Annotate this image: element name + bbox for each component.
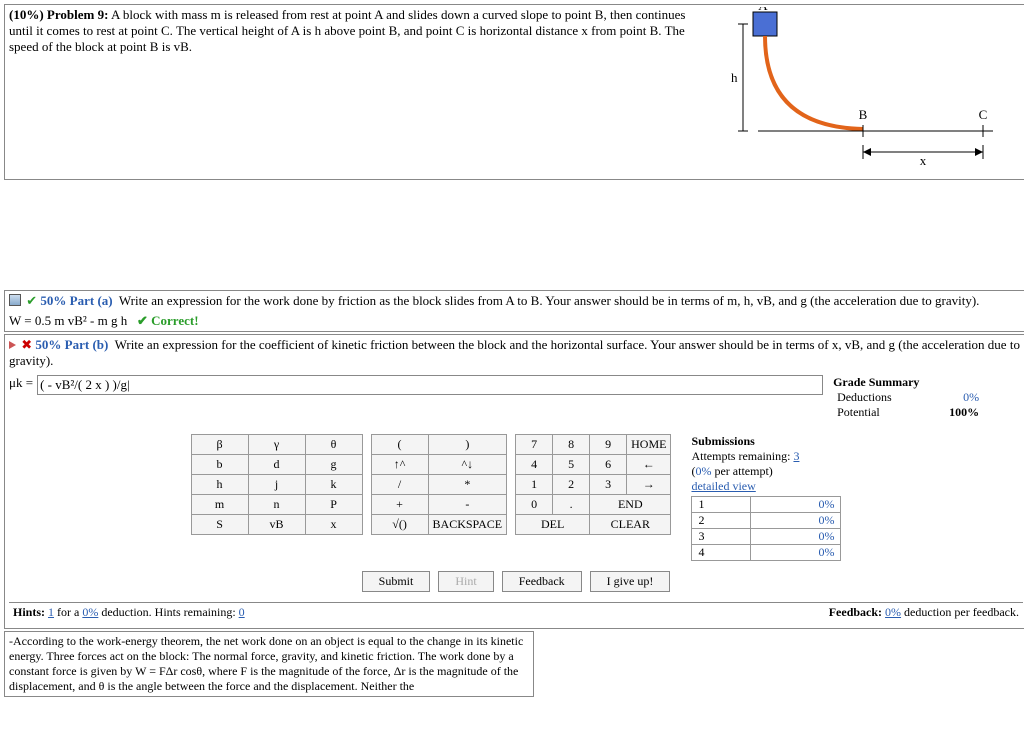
key-2[interactable]: 2: [553, 475, 590, 495]
collapse-icon[interactable]: [9, 294, 21, 306]
feedback-button[interactable]: Feedback: [502, 571, 582, 592]
submission-pct: 0%: [751, 529, 841, 545]
keypad-ops: ()↑^^↓/*+-√()BACKSPACE: [371, 434, 508, 535]
key-[interactable]: β: [191, 435, 248, 455]
part-a-label: 50% Part (a): [40, 293, 112, 308]
part-b-prompt: Write an expression for the coefficient …: [9, 337, 1020, 368]
part-a-prompt: Write an expression for the work done by…: [119, 293, 980, 308]
submission-row: 4: [692, 545, 751, 561]
key-h[interactable]: h: [191, 475, 248, 495]
key-[interactable]: +: [371, 495, 428, 515]
x-icon: ✖: [21, 337, 32, 352]
submissions-panel: Submissions Attempts remaining: 3 (0% pe…: [691, 434, 841, 561]
keypad: βγθbdghjkmnPSvBx ()↑^^↓/*+-√()BACKSPACE …: [191, 434, 672, 535]
key-del[interactable]: DEL: [516, 515, 590, 535]
grade-summary: Grade Summary Deductions0% Potential100%: [833, 375, 983, 420]
submission-pct: 0%: [751, 497, 841, 513]
check-icon: ✔: [26, 293, 37, 308]
label-a: A: [758, 7, 768, 13]
key-j[interactable]: j: [248, 475, 305, 495]
key-vb[interactable]: vB: [248, 515, 305, 535]
key-[interactable]: √(): [371, 515, 428, 535]
key-7[interactable]: 7: [516, 435, 553, 455]
key-[interactable]: ): [428, 435, 507, 455]
key-home[interactable]: HOME: [627, 435, 671, 455]
key-6[interactable]: 6: [590, 455, 627, 475]
key-[interactable]: →: [627, 475, 671, 495]
answer-label: μk =: [9, 375, 33, 391]
answer-input[interactable]: [37, 375, 823, 395]
problem-text: (10%) Problem 9: A block with mass m is …: [9, 7, 693, 55]
submit-button[interactable]: Submit: [362, 571, 431, 592]
submission-row: 3: [692, 529, 751, 545]
key-x[interactable]: x: [305, 515, 362, 535]
problem-header: (10%) Problem 9: A block with mass m is …: [4, 4, 1024, 180]
giveup-button[interactable]: I give up!: [590, 571, 671, 592]
key-8[interactable]: 8: [553, 435, 590, 455]
key-backspace[interactable]: BACKSPACE: [428, 515, 507, 535]
key-p[interactable]: P: [305, 495, 362, 515]
submission-pct: 0%: [751, 545, 841, 561]
key-[interactable]: *: [428, 475, 507, 495]
key-[interactable]: /: [371, 475, 428, 495]
key-m[interactable]: m: [191, 495, 248, 515]
label-c: C: [979, 107, 988, 122]
problem-diagram: A h B C x: [703, 7, 1003, 177]
attempts-remaining[interactable]: 3: [793, 449, 799, 463]
part-b-label: 50% Part (b): [35, 337, 108, 352]
key-[interactable]: ↑^: [371, 455, 428, 475]
key-3[interactable]: 3: [590, 475, 627, 495]
key-n[interactable]: n: [248, 495, 305, 515]
keypad-vars: βγθ bdg hjk mnP SvBx: [191, 434, 363, 535]
hints-row: Hints: 1 for a 0% deduction. Hints remai…: [9, 602, 1023, 622]
key-[interactable]: ^↓: [428, 455, 507, 475]
key-s[interactable]: S: [191, 515, 248, 535]
hint-button[interactable]: Hint: [438, 571, 493, 592]
label-h: h: [731, 70, 738, 85]
submission-row: 1: [692, 497, 751, 513]
hints-count[interactable]: 1: [48, 605, 54, 619]
label-x: x: [920, 153, 927, 168]
key-[interactable]: ←: [627, 455, 671, 475]
key-[interactable]: θ: [305, 435, 362, 455]
detailed-view-link[interactable]: detailed view: [691, 479, 755, 493]
key-9[interactable]: 9: [590, 435, 627, 455]
key-b[interactable]: b: [191, 455, 248, 475]
key-clear[interactable]: CLEAR: [590, 515, 671, 535]
correct-status: ✔ Correct!: [137, 313, 199, 328]
key-g[interactable]: g: [305, 455, 362, 475]
submission-pct: 0%: [751, 513, 841, 529]
key-[interactable]: -: [428, 495, 507, 515]
key-5[interactable]: 5: [553, 455, 590, 475]
keypad-nums: 789HOME 456← 123→ 0.ENDDELCLEAR: [515, 434, 671, 535]
key-[interactable]: (: [371, 435, 428, 455]
submission-row: 2: [692, 513, 751, 529]
key-1[interactable]: 1: [516, 475, 553, 495]
key-d[interactable]: d: [248, 455, 305, 475]
part-a-answer: W = 0.5 m vB² - m g h: [9, 313, 127, 328]
label-b: B: [859, 107, 868, 122]
key-end[interactable]: END: [590, 495, 671, 515]
key-4[interactable]: 4: [516, 455, 553, 475]
action-row: Submit Hint Feedback I give up!: [9, 571, 1023, 592]
key-.[interactable]: .: [553, 495, 590, 515]
part-a-section: ✔ 50% Part (a) Write an expression for t…: [4, 290, 1024, 332]
key-k[interactable]: k: [305, 475, 362, 495]
key-[interactable]: γ: [248, 435, 305, 455]
hint-body: -According to the work-energy theorem, t…: [4, 631, 534, 697]
key-0[interactable]: 0: [516, 495, 553, 515]
expand-icon[interactable]: [9, 341, 16, 349]
part-b-section: ✖ 50% Part (b) Write an expression for t…: [4, 334, 1024, 629]
